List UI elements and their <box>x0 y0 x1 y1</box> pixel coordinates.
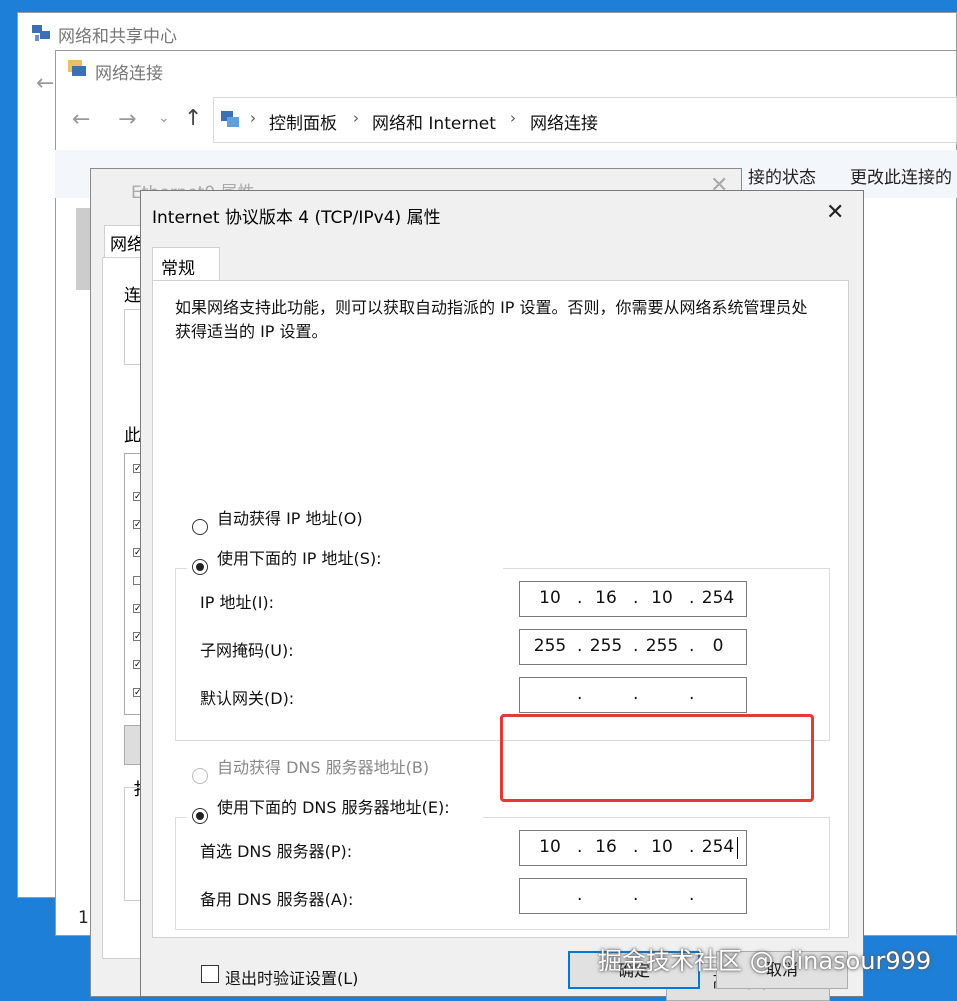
ip-octet: 10 <box>539 588 561 608</box>
breadcrumb-network-internet[interactable]: 网络和 Internet <box>372 109 496 134</box>
alternate-dns-label: 备用 DNS 服务器(A): <box>200 890 354 909</box>
text-cursor <box>737 837 738 859</box>
dns-octet: 254 <box>701 837 735 857</box>
breadcrumb-separator-icon: › <box>510 109 516 127</box>
manual-dns-label[interactable]: 使用下面的 DNS 服务器地址(E): <box>217 794 450 818</box>
network-sharing-center-title: 网络和共享中心 <box>58 27 177 47</box>
validate-on-exit-checkbox[interactable] <box>201 965 219 983</box>
mask-dot: . <box>577 636 583 656</box>
watermark-text: 掘金技术社区 @ dinasour999 <box>598 947 932 975</box>
breadcrumb-control-panel[interactable]: 控制面板 <box>269 109 337 134</box>
dns-octet: 10 <box>651 837 673 857</box>
description-text: 如果网络支持此功能，则可以获取自动指派的 IP 设置。否则，你需要从网络系统管理… <box>175 298 808 341</box>
dns-octet: 10 <box>539 837 561 857</box>
mask-octet: 255 <box>533 636 567 656</box>
close-icon[interactable]: ✕ <box>826 200 844 225</box>
control-panel-icon <box>219 108 241 134</box>
breadcrumb-separator-icon: › <box>250 109 256 127</box>
alt-dns-dot: . <box>689 885 695 905</box>
dns-dot: . <box>633 837 639 857</box>
subnet-mask-label: 子网掩码(U): <box>200 641 294 660</box>
auto-dns-label[interactable]: 自动获得 DNS 服务器地址(B) <box>217 754 429 778</box>
ip-dot: . <box>689 588 695 608</box>
address-bar[interactable]: › 控制面板 › 网络和 Internet › 网络连接 <box>213 97 957 143</box>
ip-octet: 16 <box>595 588 617 608</box>
mask-octet: 255 <box>589 636 623 656</box>
desktop-edge-text: 1 <box>78 908 89 928</box>
ip-dot: . <box>633 588 639 608</box>
ip-octet: 254 <box>701 588 735 608</box>
ethernet-connect-using-label: 连 <box>124 286 141 306</box>
validate-on-exit-label[interactable]: 退出时验证设置(L) <box>225 965 358 989</box>
gateway-dot: . <box>577 684 583 704</box>
ip-octet: 10 <box>651 588 673 608</box>
general-panel: 如果网络支持此功能，则可以获取自动指派的 IP 设置。否则，你需要从网络系统管理… <box>152 280 849 1001</box>
ip-address-label: IP 地址(I): <box>200 593 275 612</box>
nav-history-chevron-icon[interactable]: ⌄ <box>158 111 170 125</box>
back-arrow-icon[interactable]: ← <box>36 73 54 95</box>
auto-ip-label[interactable]: 自动获得 IP 地址(O) <box>217 505 363 529</box>
ethernet-items-label: 此 <box>124 426 141 446</box>
tab-general-label: 常规 <box>161 259 195 279</box>
network-connections-title: 网络连接 <box>95 64 163 84</box>
ip-dot: . <box>577 588 583 608</box>
ipv4-properties-dialog: Internet 协议版本 4 (TCP/IPv4) 属性 ✕ 常规 如果网络支… <box>140 190 864 1001</box>
alternate-dns-input[interactable]: . . . <box>519 878 747 914</box>
ethernet-tab-label: 网络 <box>110 235 144 255</box>
alt-dns-dot: . <box>577 885 583 905</box>
breadcrumb-network-connections[interactable]: 网络连接 <box>530 109 598 134</box>
preferred-dns-label: 首选 DNS 服务器(P): <box>200 842 353 861</box>
dns-dot: . <box>689 837 695 857</box>
dialog-title: Internet 协议版本 4 (TCP/IPv4) 属性 <box>152 208 441 228</box>
nav-up-icon[interactable]: ↑ <box>184 108 202 130</box>
breadcrumb-separator-icon: › <box>353 109 359 127</box>
default-gateway-input[interactable]: . . . <box>519 677 747 713</box>
mask-dot: . <box>633 636 639 656</box>
auto-ip-radio[interactable] <box>192 519 208 535</box>
default-gateway-label: 默认网关(D): <box>200 689 295 708</box>
mask-octet: 255 <box>645 636 679 656</box>
nav-back-icon[interactable]: ← <box>72 109 90 131</box>
mask-octet: 0 <box>712 636 724 656</box>
dns-dot: . <box>577 837 583 857</box>
preferred-dns-input[interactable]: 10 . 16 . 10 . 254 <box>519 830 747 866</box>
mask-dot: . <box>689 636 695 656</box>
dns-octet: 16 <box>595 837 617 857</box>
command-view-status[interactable]: 接的状态 <box>748 163 816 188</box>
manual-ip-radio[interactable] <box>192 559 208 575</box>
network-connections-icon <box>66 58 90 84</box>
nav-forward-icon[interactable]: → <box>118 109 136 131</box>
manual-dns-radio[interactable] <box>192 808 208 824</box>
network-sharing-center-icon <box>30 21 52 47</box>
sidebar-adapter-icon <box>76 208 90 290</box>
auto-dns-radio[interactable] <box>192 768 208 784</box>
gateway-dot: . <box>633 684 639 704</box>
alt-dns-dot: . <box>633 885 639 905</box>
command-change-settings[interactable]: 更改此连接的 <box>850 163 952 188</box>
manual-ip-label[interactable]: 使用下面的 IP 地址(S): <box>217 545 382 569</box>
gateway-dot: . <box>689 684 695 704</box>
subnet-mask-input[interactable]: 255 . 255 . 255 . 0 <box>519 629 747 665</box>
tab-general[interactable]: 常规 <box>152 247 220 281</box>
ip-address-input[interactable]: 10 . 16 . 10 . 254 <box>519 581 747 617</box>
